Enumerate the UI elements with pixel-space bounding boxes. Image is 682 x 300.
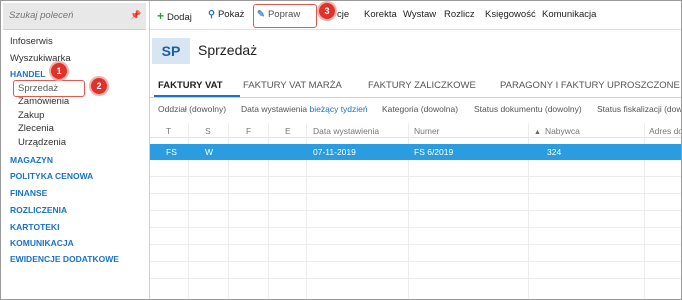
filter-data-wystawienia[interactable]: Data wystawienia bieżący tydzień: [241, 104, 368, 114]
filter-data-value: bieżący tydzień: [309, 104, 368, 114]
column-header-adres[interactable]: Adres do: [649, 126, 681, 136]
column-header-e[interactable]: E: [285, 126, 291, 136]
search-box: 📌: [3, 3, 146, 30]
row-divider: [150, 244, 681, 245]
sidebar-item-zlecenia[interactable]: Zlecenia: [18, 123, 54, 134]
korekta-button[interactable]: Korekta: [364, 9, 397, 20]
filter-data-label: Data wystawienia: [241, 104, 308, 114]
column-header-data-wystawienia[interactable]: Data wystawienia: [313, 126, 379, 136]
sidebar-section-finanse[interactable]: FINANSE: [10, 188, 47, 198]
sidebar-item-wyszukiwarka[interactable]: Wyszukiwarka: [10, 53, 71, 64]
row-divider: [150, 193, 681, 194]
cell-nabywca: 324: [547, 147, 562, 157]
wystaw-label: Wystaw: [403, 9, 437, 20]
akcje-button[interactable]: cje: [337, 9, 349, 20]
search-icon: ⚲: [208, 9, 215, 20]
column-header-f[interactable]: F: [246, 126, 251, 136]
toolbar: + Dodaj ⚲ Pokaż ✎ Popraw cje Korekta Wystaw…: [150, 1, 681, 30]
column-header-t[interactable]: T: [166, 126, 171, 136]
komunikacja-label: Komunikacja: [542, 9, 597, 20]
sidebar-section-polityka-cenowa[interactable]: POLITYKA CENOWA: [10, 171, 93, 181]
tab-faktury-zaliczkowe[interactable]: FAKTURY ZALICZKOWE: [368, 80, 476, 91]
cell-data-wystawienia: 07-11-2019: [313, 147, 356, 157]
sidebar-item-infoserwis[interactable]: Infoserwis: [10, 36, 53, 47]
search-input[interactable]: [9, 8, 124, 22]
sidebar-item-zamowienia[interactable]: Zamówienia: [18, 96, 69, 107]
pokaz-button[interactable]: ⚲ Pokaż: [208, 9, 244, 20]
sidebar-section-handel[interactable]: HANDEL: [10, 69, 45, 79]
cell-numer: FS 6/2019: [414, 147, 454, 157]
sprzedaz-highlight: [13, 80, 85, 97]
row-divider: [150, 227, 681, 228]
cell-s: W: [205, 147, 214, 157]
column-header-s[interactable]: S: [205, 126, 211, 136]
sidebar-item-zakup[interactable]: Zakup: [18, 110, 44, 121]
table-row[interactable]: FS W 07-11-2019 FS 6/2019 324: [150, 144, 681, 160]
page-title: Sprzedaż: [198, 42, 258, 58]
plus-icon: +: [157, 9, 165, 23]
ksiegowosc-button[interactable]: Księgowość: [485, 9, 536, 20]
komunikacja-button[interactable]: Komunikacja: [542, 9, 596, 20]
wystaw-button[interactable]: Wystaw: [403, 9, 436, 20]
column-header-numer[interactable]: Numer: [414, 126, 440, 136]
sidebar-section-magazyn[interactable]: MAGAZYN: [10, 155, 53, 165]
cell-t: FS: [166, 147, 177, 157]
row-divider: [150, 210, 681, 211]
tab-faktury-vat-marza[interactable]: FAKTURY VAT MARŻA: [243, 80, 342, 91]
column-header-nabywca-label: Nabywca: [544, 126, 580, 136]
active-tab-indicator: [154, 95, 240, 97]
sidebar-item-urzadzenia[interactable]: Urządzenia: [18, 137, 66, 148]
filter-status-fiskalizacji[interactable]: Status fiskalizacji (dowoln: [597, 104, 681, 114]
tab-faktury-vat[interactable]: FAKTURY VAT: [158, 80, 223, 91]
callout-3: 3: [319, 3, 335, 19]
korekta-label: Korekta: [364, 9, 397, 20]
filter-kategoria[interactable]: Kategoria (dowolna): [382, 104, 458, 114]
sidebar: 📌 Infoserwis Wyszukiwarka HANDEL Sprzeda…: [1, 1, 150, 299]
rozlicz-button[interactable]: Rozlicz: [444, 9, 475, 20]
row-divider: [150, 261, 681, 262]
dodaj-button[interactable]: + Dodaj: [157, 9, 192, 23]
dodaj-label: Dodaj: [167, 12, 192, 23]
rozlicz-label: Rozlicz: [444, 9, 475, 20]
filter-oddzial[interactable]: Oddział (dowolny): [158, 104, 226, 114]
popraw-highlight: [253, 4, 317, 28]
filter-status-dokumentu[interactable]: Status dokumentu (dowolny): [474, 104, 582, 114]
row-divider: [150, 278, 681, 279]
akcje-label: cje: [337, 9, 350, 20]
sidebar-section-ewidencje-dodatkowe[interactable]: EWIDENCJE DODATKOWE: [10, 254, 119, 264]
tab-bar: FAKTURY VAT FAKTURY VAT MARŻA FAKTURY ZA…: [150, 75, 681, 98]
sidebar-section-komunikacja[interactable]: KOMUNIKACJA: [10, 238, 74, 248]
column-header-nabywca[interactable]: ▲ Nabywca: [534, 126, 580, 136]
ksiegowosc-label: Księgowość: [485, 9, 536, 20]
row-divider: [150, 176, 681, 177]
tab-paragony[interactable]: PARAGONY I FAKTURY UPROSZCZONE: [500, 80, 680, 91]
pin-icon[interactable]: 📌: [130, 10, 141, 20]
callout-2: 2: [91, 78, 107, 94]
module-badge: SP: [152, 38, 190, 64]
window: 📌 Infoserwis Wyszukiwarka HANDEL Sprzeda…: [0, 0, 682, 300]
sort-asc-icon: ▲: [534, 129, 541, 136]
pokaz-label: Pokaż: [217, 9, 245, 20]
sidebar-section-kartoteki[interactable]: KARTOTEKI: [10, 222, 59, 232]
callout-1: 1: [51, 63, 67, 79]
grid-header: T S F E Data wystawienia Numer ▲ Nabywca …: [150, 123, 681, 138]
sidebar-section-rozliczenia[interactable]: ROZLICZENIA: [10, 205, 67, 215]
